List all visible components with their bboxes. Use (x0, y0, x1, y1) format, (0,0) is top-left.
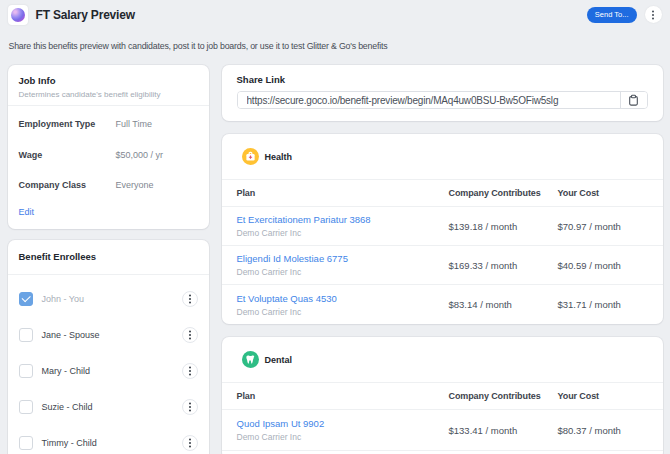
benefit-header: Dental (222, 337, 663, 383)
enrollee-options-button[interactable] (182, 327, 198, 343)
plan-row: Eligendi Id Molestiae 6775 Demo Carrier … (222, 246, 663, 285)
plan-link[interactable]: Quod Ipsam Ut 9902 (237, 418, 449, 429)
company-contributes-amount: $169.33 / month (449, 260, 558, 271)
medical-kit-icon (245, 151, 256, 162)
preview-logo-icon (11, 8, 25, 22)
benefit-enrollees-card: Benefit Enrollees John - You Jane - Spou… (8, 240, 209, 454)
plan-row: Quod Ipsam Ut 9902 Demo Carrier Inc $133… (222, 410, 663, 451)
plan-link[interactable]: Et Voluptate Quas 4530 (237, 293, 449, 304)
enrollee-name: Timmy - Child (42, 438, 182, 448)
plan-rows: Et Exercitationem Pariatur 3868 Demo Car… (222, 207, 663, 324)
benefit-card-health: Health Plan Company Contributes Your Cos… (222, 134, 663, 324)
your-cost-amount: $40.59 / month (558, 260, 648, 271)
left-column: Job Info Determines candidate's benefit … (8, 65, 209, 454)
enrollee-row: Timmy - Child (19, 425, 198, 454)
plan-carrier: Demo Carrier Inc (237, 267, 449, 277)
company-contributes-amount: $139.18 / month (449, 221, 558, 232)
enrollee-name: John - You (42, 294, 182, 304)
benefit-enrollees-header: Benefit Enrollees (8, 240, 209, 275)
job-info-card: Job Info Determines candidate's benefit … (8, 65, 209, 229)
enrollee-checkbox[interactable] (19, 364, 33, 378)
plan-table-header: Plan Company Contributes Your Cost (222, 383, 663, 410)
enrollee-name: Mary - Child (42, 366, 182, 376)
enrollee-name: Jane - Spouse (42, 330, 182, 340)
plan-carrier: Demo Carrier Inc (237, 307, 449, 317)
kebab-icon (189, 442, 191, 444)
plan-link[interactable]: Et Exercitationem Pariatur 3868 (237, 214, 449, 225)
share-link-input-group (237, 91, 648, 109)
kebab-icon (189, 370, 191, 372)
plan-carrier: Demo Carrier Inc (237, 432, 449, 442)
page-title: FT Salary Preview (36, 8, 135, 22)
job-info-fields: Employment Type Full Time Wage $50,000 /… (8, 106, 209, 229)
enrollee-checkbox[interactable] (19, 292, 33, 306)
kebab-icon (189, 334, 191, 336)
kebab-icon (189, 406, 191, 408)
job-info-subtitle: Determines candidate's benefit eligibili… (19, 90, 198, 99)
kebab-icon (652, 14, 654, 16)
your-cost-amount: $70.97 / month (558, 221, 648, 232)
benefit-card-dental: Dental Plan Company Contributes Your Cos… (222, 337, 663, 454)
company-contributes-amount: $133.41 / month (449, 425, 558, 436)
column-your-cost: Your Cost (558, 188, 648, 198)
enrollee-options-button[interactable] (182, 399, 198, 415)
send-to-button[interactable]: Send To... (587, 7, 637, 23)
enrollee-options-button[interactable] (182, 363, 198, 379)
your-cost-amount: $80.37 / month (558, 425, 648, 436)
tooth-icon (245, 354, 256, 365)
enrollee-row: Mary - Child (19, 353, 198, 389)
job-info-header: Job Info Determines candidate's benefit … (8, 65, 209, 106)
column-company-contributes: Company Contributes (449, 391, 558, 401)
kebab-icon (189, 298, 191, 300)
column-your-cost: Your Cost (558, 391, 648, 401)
enrollee-checkbox[interactable] (19, 328, 33, 342)
company-contributes-amount: $83.14 / month (449, 299, 558, 310)
job-info-field: Wage $50,000 / yr (19, 140, 198, 171)
benefit-title: Dental (265, 355, 293, 365)
enrollee-row: John - You (19, 281, 198, 317)
enrollee-list: John - You Jane - Spouse Mary - Child Su… (8, 275, 209, 454)
column-company-contributes: Company Contributes (449, 188, 558, 198)
enrollee-checkbox[interactable] (19, 400, 33, 414)
benefit-preview-page: FT Salary Preview Send To... Share this … (0, 0, 670, 454)
page-header: FT Salary Preview Send To... (8, 0, 663, 24)
enrollee-checkbox[interactable] (19, 436, 33, 450)
benefit-cards: Health Plan Company Contributes Your Cos… (222, 134, 663, 454)
plan-row: Et Voluptate Quas 4530 Demo Carrier Inc … (222, 285, 663, 324)
right-column: Share Link Health Plan Company Contribut… (222, 65, 663, 454)
enrollee-options-button[interactable] (182, 435, 198, 451)
clipboard-icon (628, 94, 639, 106)
copy-link-button[interactable] (620, 92, 647, 108)
benefit-header: Health (222, 134, 663, 180)
job-info-field: Employment Type Full Time (19, 109, 198, 140)
job-info-field: Company Class Everyone (19, 170, 198, 201)
page-subtitle: Share this benefits preview with candida… (8, 24, 663, 51)
column-plan: Plan (237, 188, 449, 198)
plan-row: Et Exercitationem Pariatur 3868 Demo Car… (222, 207, 663, 246)
plan-table-header: Plan Company Contributes Your Cost (222, 180, 663, 207)
benefit-title: Health (265, 152, 293, 162)
tooth-icon-badge (242, 351, 259, 368)
your-cost-amount: $31.71 / month (558, 299, 648, 310)
share-link-card: Share Link (222, 65, 663, 121)
share-link-title: Share Link (237, 74, 648, 85)
edit-job-info-link[interactable]: Edit (19, 207, 35, 217)
benefit-enrollees-title: Benefit Enrollees (19, 251, 198, 262)
plan-link[interactable]: Eligendi Id Molestiae 6775 (237, 253, 449, 264)
plan-rows: Quod Ipsam Ut 9902 Demo Carrier Inc $133… (222, 410, 663, 451)
enrollee-row: Jane - Spouse (19, 317, 198, 353)
job-info-title: Job Info (19, 75, 198, 86)
content-columns: Job Info Determines candidate's benefit … (8, 65, 663, 454)
enrollee-name: Suzie - Child (42, 402, 182, 412)
header-more-options-button[interactable] (645, 6, 662, 23)
share-link-input[interactable] (238, 92, 620, 108)
enrollee-options-button[interactable] (182, 291, 198, 307)
enrollee-row: Suzie - Child (19, 389, 198, 425)
app-icon (8, 5, 28, 25)
plan-carrier: Demo Carrier Inc (237, 228, 449, 238)
column-plan: Plan (237, 391, 449, 401)
medical-kit-icon-badge (242, 148, 259, 165)
